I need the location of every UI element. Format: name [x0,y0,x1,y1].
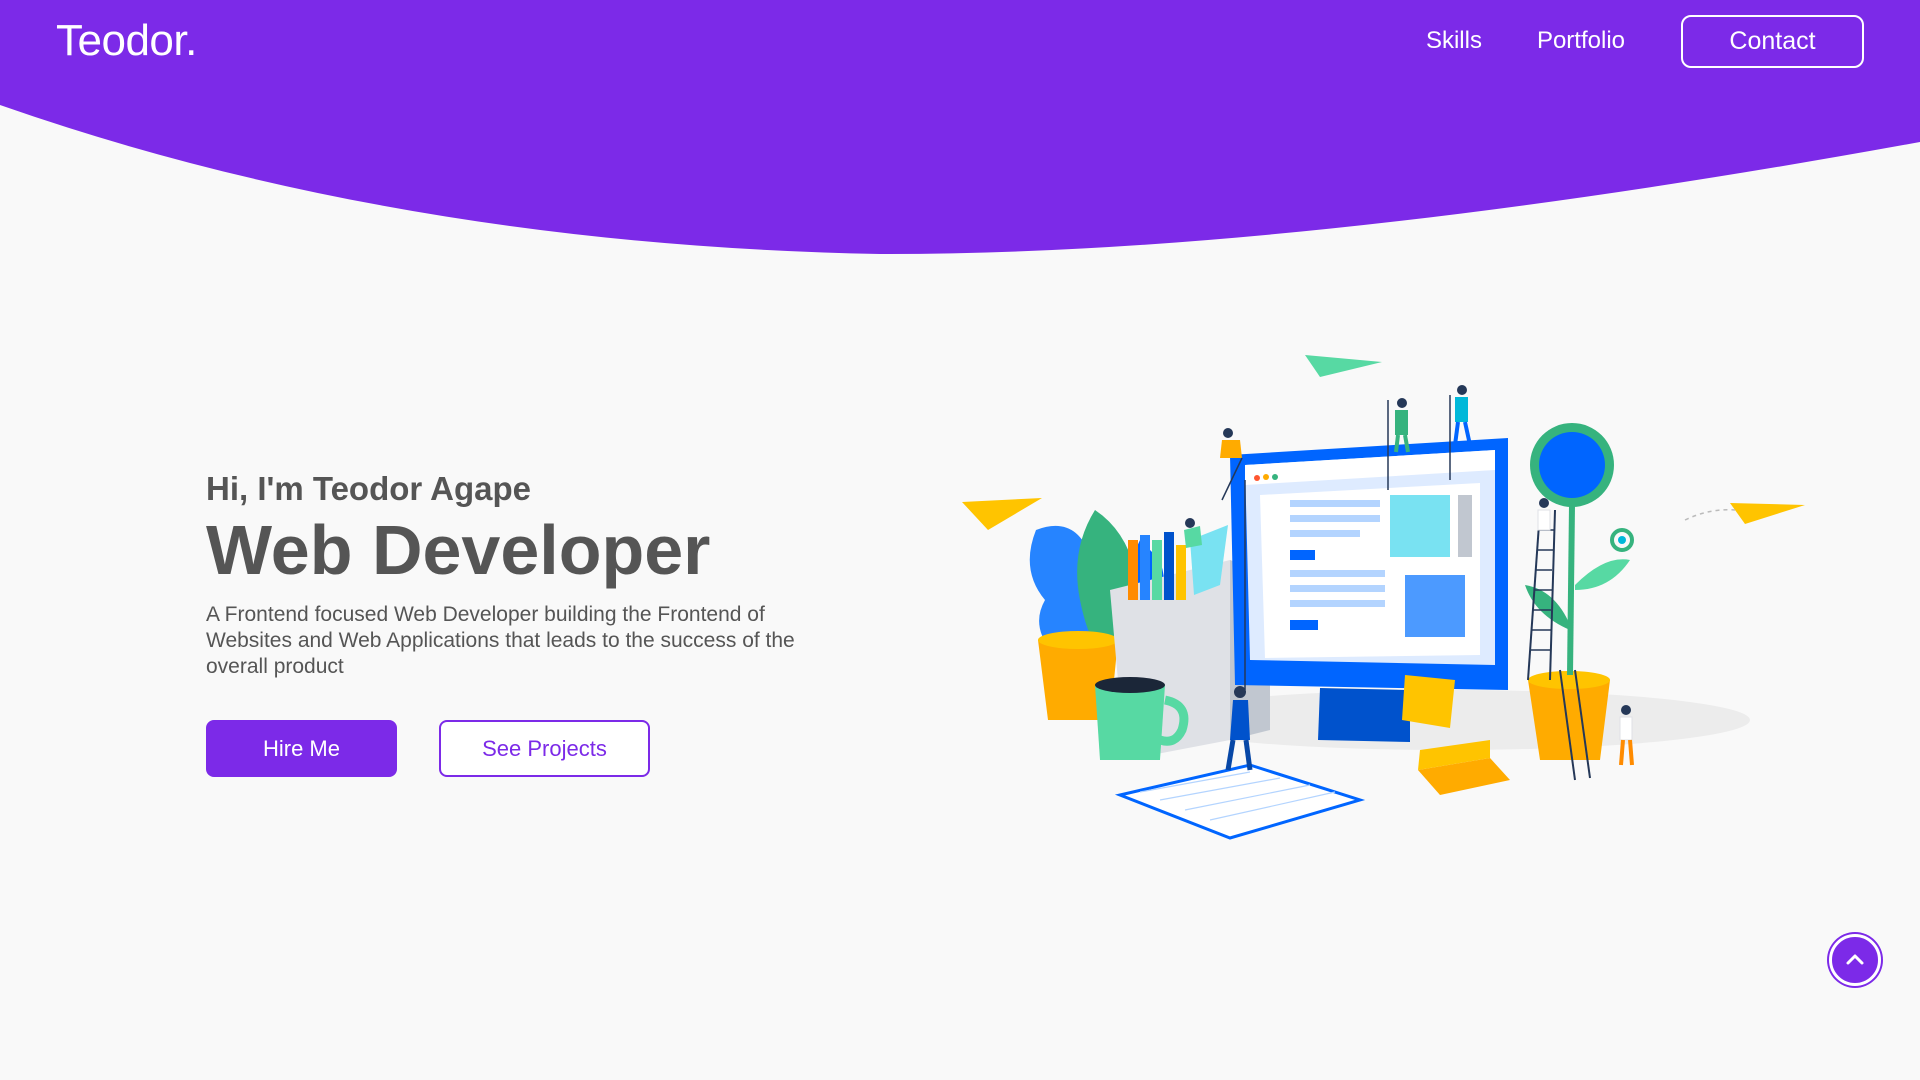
hero-title: Web Developer [206,511,711,589]
top-navbar: Teodor. Skills Portfolio Contact [0,0,1920,82]
see-projects-button[interactable]: See Projects [439,720,650,777]
contact-button[interactable]: Contact [1681,14,1864,68]
scroll-to-top-button[interactable] [1829,934,1881,986]
site-logo[interactable]: Teodor. [56,16,197,66]
nav-link-skills[interactable]: Skills [1426,27,1482,55]
chevron-up-icon [1846,954,1864,965]
hire-me-button[interactable]: Hire Me [206,720,397,777]
paper-plane-icon [962,498,1042,530]
hero-description: A Frontend focused Web Developer buildin… [206,603,795,678]
web-developer-workspace-illustration [962,355,1805,840]
main-nav: Skills Portfolio Contact [1371,14,1864,68]
paper-plane-icon [1305,355,1382,377]
nav-link-portfolio[interactable]: Portfolio [1537,27,1625,55]
hero-greeting: Hi, I'm Teodor Agape [206,470,532,507]
hero-actions: Hire Me See Projects [206,720,846,777]
hero-intro: Hi, I'm Teodor Agape Web Developer A Fro… [206,468,846,777]
paper-plane-icon [1730,503,1805,524]
